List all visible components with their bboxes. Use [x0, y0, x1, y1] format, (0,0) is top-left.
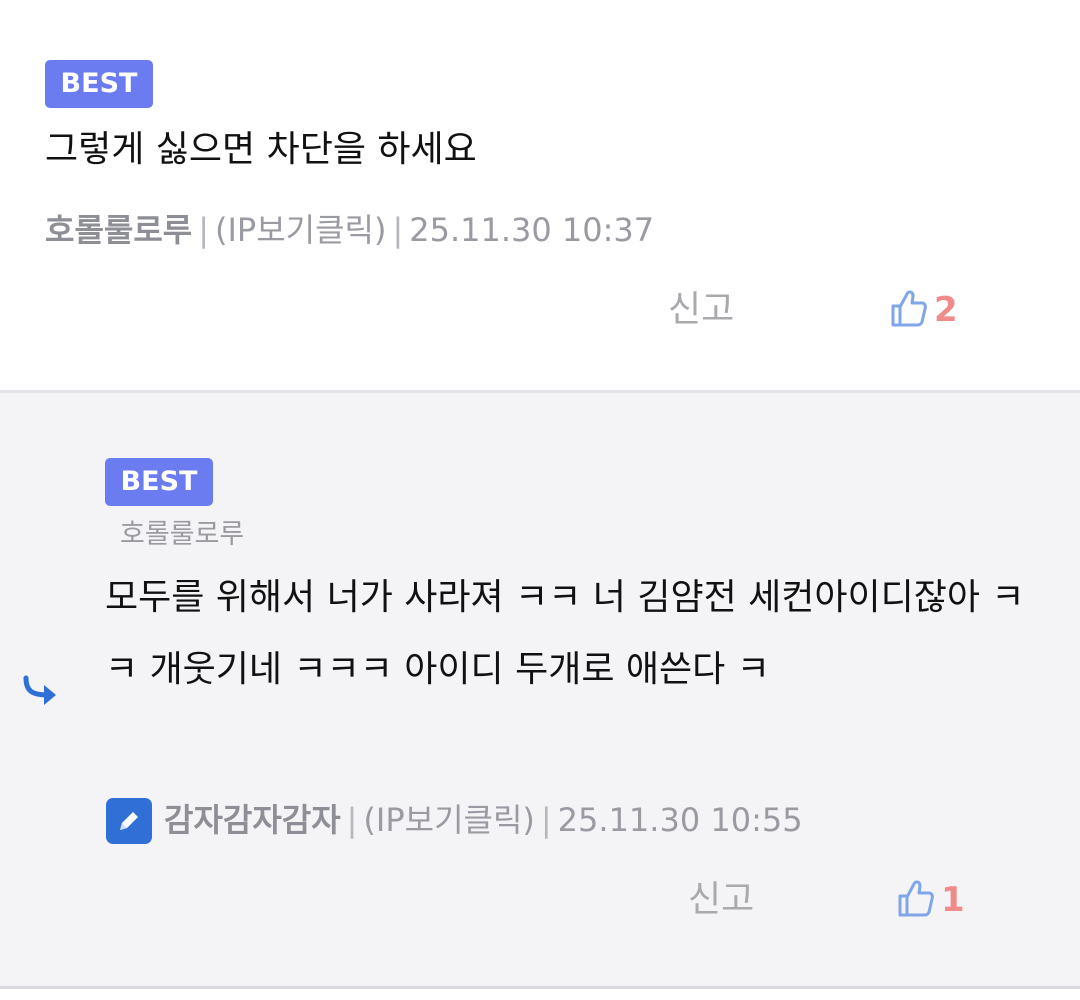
comment-meta: 호롤룰로루 | (IP보기클릭) | 25.11.30 10:37 [45, 206, 654, 254]
thumbs-up-icon [897, 878, 935, 922]
comment-text: 그렇게 싫으면 차단을 하세요 [45, 129, 477, 170]
like-count: 1 [941, 880, 965, 920]
reply-text: 모두를 위해서 너가 사라져 ㅋㅋ 너 김얌전 세컨아이디잖아 ㅋㅋ 개웃기네 … [105, 577, 1025, 690]
best-badge: BEST [45, 60, 153, 108]
reply-item: BEST 호롤룰로루 모두를 위해서 너가 사라져 ㅋㅋ 너 김얌전 세컨아이디… [0, 393, 1080, 986]
comment-item: BEST 그렇게 싫으면 차단을 하세요 호롤룰로루 | (IP보기클릭) | 25.1… [0, 0, 1080, 390]
pencil-icon [106, 798, 152, 844]
reply-date: 25.11.30 10:55 [557, 801, 803, 839]
thumbs-up-icon [890, 288, 928, 332]
next-item-edge [0, 989, 1080, 1000]
report-button[interactable]: 신고 [668, 285, 734, 335]
like-button[interactable]: 1 [897, 875, 965, 925]
reply-meta: 감자감자감자 | (IP보기클릭) | 25.11.30 10:55 [164, 796, 803, 844]
meta-separator: | [346, 801, 358, 839]
reply-arrow-icon [22, 675, 62, 711]
ip-view-link[interactable]: (IP보기클릭) [215, 211, 386, 249]
like-count: 2 [934, 290, 958, 330]
comment-author[interactable]: 호롤룰로루 [45, 211, 192, 249]
best-badge: BEST [105, 458, 213, 506]
ip-view-link[interactable]: (IP보기클릭) [363, 801, 534, 839]
meta-separator: | [198, 211, 209, 249]
meta-separator: | [540, 801, 552, 839]
report-button[interactable]: 신고 [688, 875, 754, 925]
reply-author[interactable]: 감자감자감자 [164, 801, 341, 839]
comment-date: 25.11.30 10:37 [409, 211, 655, 249]
parent-comment-author: 호롤룰로루 [120, 519, 245, 550]
like-button[interactable]: 2 [890, 285, 958, 335]
meta-separator: | [392, 211, 404, 249]
